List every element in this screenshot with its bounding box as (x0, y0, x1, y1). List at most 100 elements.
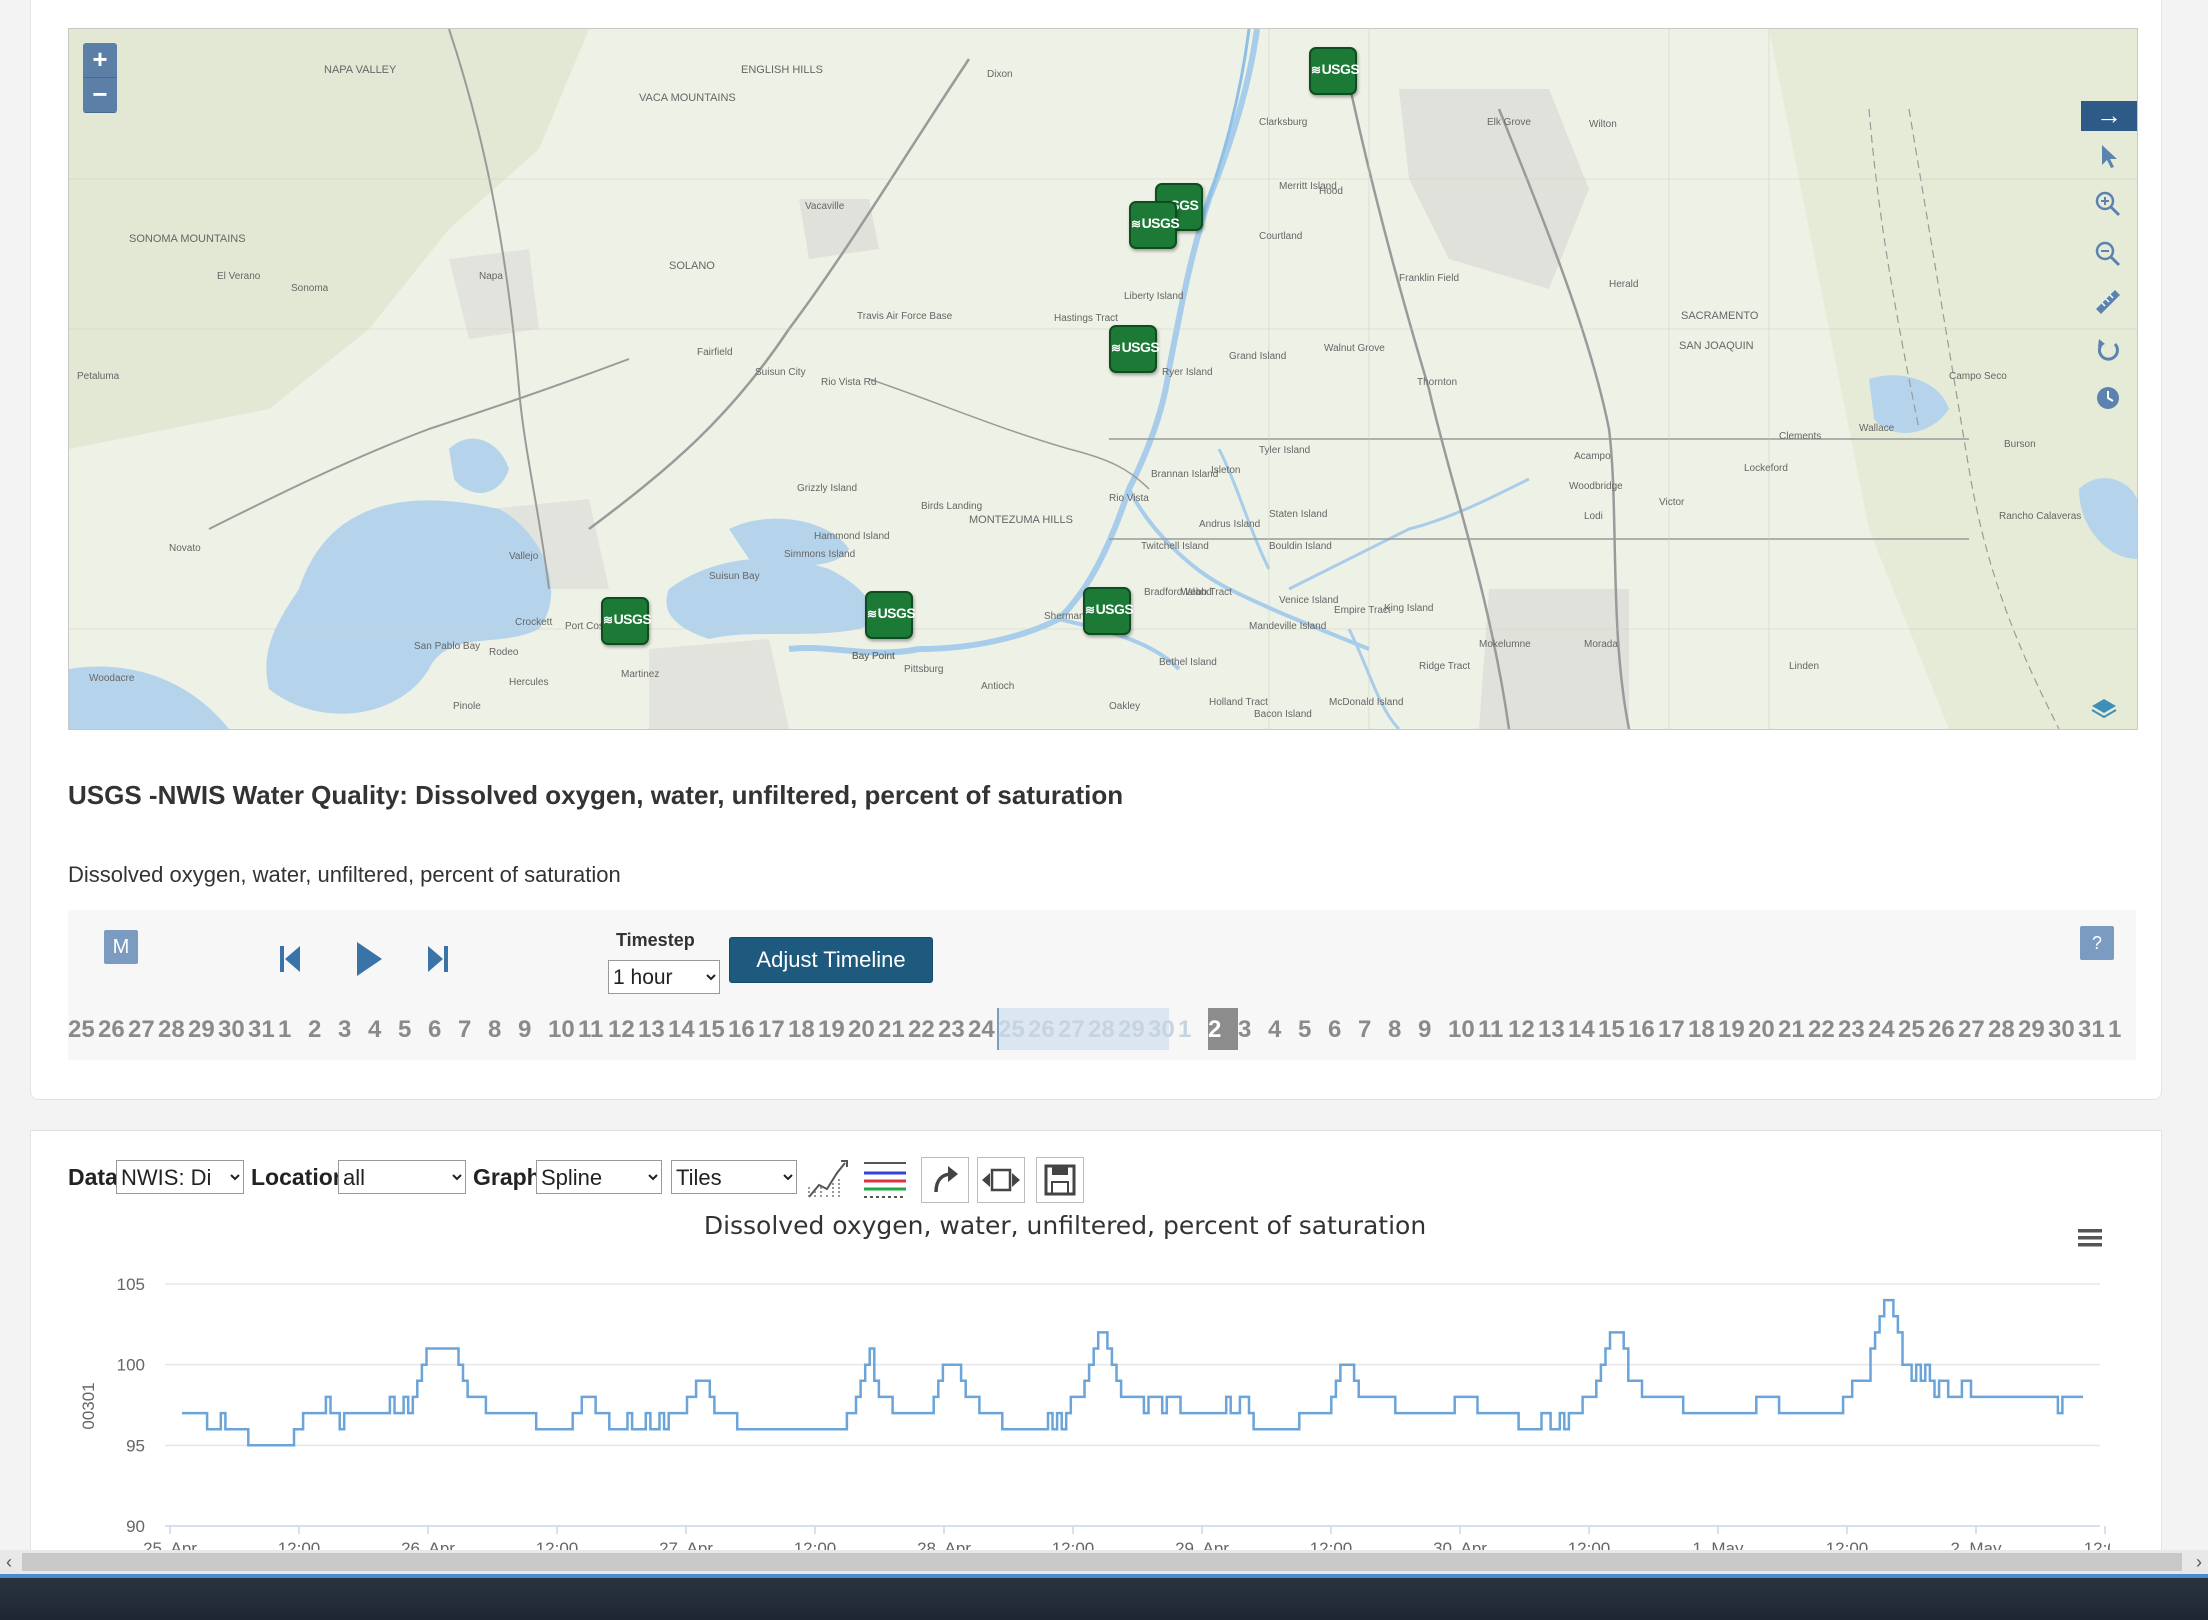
timeline-day[interactable]: 16 (728, 1016, 755, 1044)
timeline-day[interactable]: 29 (2018, 1016, 2045, 1044)
timeline-day[interactable]: 15 (1598, 1016, 1625, 1044)
horizontal-scrollbar[interactable]: ‹ › (0, 1550, 2208, 1574)
timeline-day[interactable]: 28 (1088, 1016, 1115, 1044)
timeline-day[interactable]: 2 (308, 1016, 321, 1044)
graph-type-select[interactable]: Spline (536, 1160, 662, 1194)
timeline-day[interactable]: 3 (1238, 1016, 1251, 1044)
redo-icon[interactable] (921, 1157, 969, 1203)
timeline-day[interactable]: 12 (1508, 1016, 1535, 1044)
series-legend-icon[interactable] (862, 1157, 910, 1203)
scroll-left-icon[interactable]: ‹ (0, 1550, 18, 1574)
timeline-day[interactable]: 20 (1748, 1016, 1775, 1044)
timeline-day[interactable]: 14 (1568, 1016, 1595, 1044)
step-back-icon[interactable] (278, 944, 302, 974)
zoom-out-tool-icon[interactable] (2093, 239, 2123, 269)
timeline-day[interactable]: 3 (338, 1016, 351, 1044)
timeline-day[interactable]: 22 (908, 1016, 935, 1044)
timeline-day[interactable]: 16 (1628, 1016, 1655, 1044)
timeline-day[interactable]: 8 (1388, 1016, 1401, 1044)
adjust-timeline-button[interactable]: Adjust Timeline (729, 937, 933, 983)
timeline-day[interactable]: 4 (368, 1016, 381, 1044)
timeline-day[interactable]: 9 (518, 1016, 531, 1044)
timeline-day[interactable]: 8 (488, 1016, 501, 1044)
layers-icon[interactable] (2089, 693, 2119, 723)
timeline-day[interactable]: 25 (1898, 1016, 1925, 1044)
timeline-day[interactable]: 5 (1298, 1016, 1311, 1044)
pointer-tool-icon[interactable] (2093, 141, 2123, 171)
timeline-day[interactable]: 30 (1148, 1016, 1175, 1044)
trend-chart-icon[interactable] (805, 1157, 853, 1203)
timeline-day[interactable]: 14 (668, 1016, 695, 1044)
timeline-day[interactable]: 19 (818, 1016, 845, 1044)
line-chart[interactable]: Dissolved oxygen, water, unfiltered, per… (60, 1206, 2110, 1550)
timeline-day[interactable]: 21 (1778, 1016, 1805, 1044)
timeline-day[interactable]: 23 (1838, 1016, 1865, 1044)
scroll-right-icon[interactable]: › (2190, 1550, 2208, 1574)
play-icon[interactable] (354, 940, 384, 978)
timeline-day[interactable]: 2 (1208, 1016, 1221, 1044)
m-button[interactable]: M (104, 930, 138, 964)
usgs-station-marker[interactable]: ≋USGS (1309, 47, 1360, 95)
timeline-day[interactable]: 24 (1868, 1016, 1895, 1044)
zoom-in-tool-icon[interactable] (2093, 189, 2123, 219)
timeline-day[interactable]: 1 (278, 1016, 291, 1044)
location-select[interactable]: all (338, 1160, 466, 1194)
timeline-day[interactable]: 6 (428, 1016, 441, 1044)
timeline-day[interactable]: 7 (1358, 1016, 1371, 1044)
timeline[interactable]: 25 26 27 28 29 30 31 1 2 3 4 5 6 7 8 9 10 11 12 13 14 15 16 17 1… (68, 1008, 2136, 1050)
usgs-station-marker[interactable]: ≋USGS (1129, 201, 1180, 249)
step-forward-icon[interactable] (426, 944, 450, 974)
timeline-day[interactable]: 27 (1058, 1016, 1085, 1044)
save-icon[interactable] (1036, 1157, 1084, 1203)
timeline-day[interactable]: 25 (998, 1016, 1025, 1044)
timeline-day[interactable]: 11 (1478, 1016, 1503, 1044)
timeline-day[interactable]: 27 (1958, 1016, 1985, 1044)
usgs-station-marker[interactable]: ≋USGS (1083, 587, 1134, 635)
clock-icon[interactable] (2093, 383, 2123, 413)
timeline-day[interactable]: 12 (608, 1016, 635, 1044)
fit-width-icon[interactable] (977, 1157, 1025, 1203)
timeline-day[interactable]: 1 (1178, 1016, 1191, 1044)
timeline-day[interactable]: 26 (1028, 1016, 1055, 1044)
timeline-day[interactable]: 1 (2108, 1016, 2121, 1044)
timeline-day[interactable]: 13 (638, 1016, 665, 1044)
timeline-day[interactable]: 28 (158, 1016, 185, 1044)
timeline-day[interactable]: 19 (1718, 1016, 1745, 1044)
timeline-day[interactable]: 11 (578, 1016, 603, 1044)
timeline-day[interactable]: 9 (1418, 1016, 1431, 1044)
usgs-station-marker[interactable]: ≋USGS (865, 591, 916, 639)
reset-view-icon[interactable] (2093, 335, 2123, 365)
timeline-day[interactable]: 10 (1448, 1016, 1475, 1044)
timeline-day[interactable]: 18 (788, 1016, 815, 1044)
help-button[interactable]: ? (2080, 926, 2114, 960)
timeline-day[interactable]: 6 (1328, 1016, 1341, 1044)
timeline-day[interactable]: 26 (1928, 1016, 1955, 1044)
timeline-day[interactable]: 4 (1268, 1016, 1281, 1044)
timeline-day[interactable]: 31 (2078, 1016, 2105, 1044)
timeline-day[interactable]: 30 (218, 1016, 245, 1044)
timeline-day[interactable]: 5 (398, 1016, 411, 1044)
timeline-day[interactable]: 29 (188, 1016, 215, 1044)
timeline-day[interactable]: 22 (1808, 1016, 1835, 1044)
timeline-day[interactable]: 15 (698, 1016, 725, 1044)
timeline-day[interactable]: 26 (98, 1016, 125, 1044)
timeline-day[interactable]: 30 (2048, 1016, 2075, 1044)
tiles-select[interactable]: Tiles (671, 1160, 797, 1194)
timeline-day[interactable]: 21 (878, 1016, 905, 1044)
scrollbar-thumb[interactable] (22, 1553, 2182, 1571)
map[interactable]: NAPA VALLEY ENGLISH HILLS VACA MOUNTAINS Va… (68, 28, 2138, 730)
timeline-day[interactable]: 17 (758, 1016, 785, 1044)
timeline-day[interactable]: 20 (848, 1016, 875, 1044)
chart-menu-icon[interactable] (2076, 1226, 2104, 1250)
timeline-day[interactable]: 10 (548, 1016, 575, 1044)
usgs-station-marker[interactable]: ≋USGS (1109, 325, 1160, 373)
timeline-day[interactable]: 17 (1658, 1016, 1685, 1044)
timeline-day[interactable]: 24 (968, 1016, 995, 1044)
measure-tool-icon[interactable] (2093, 287, 2123, 317)
timeline-day[interactable]: 13 (1538, 1016, 1565, 1044)
timeline-day[interactable]: 23 (938, 1016, 965, 1044)
timeline-day[interactable]: 25 (68, 1016, 95, 1044)
collapse-toolbar-button[interactable]: → (2081, 101, 2137, 131)
usgs-station-marker[interactable]: ≋USGS (601, 597, 652, 645)
data-select[interactable]: NWIS: Di (116, 1160, 244, 1194)
